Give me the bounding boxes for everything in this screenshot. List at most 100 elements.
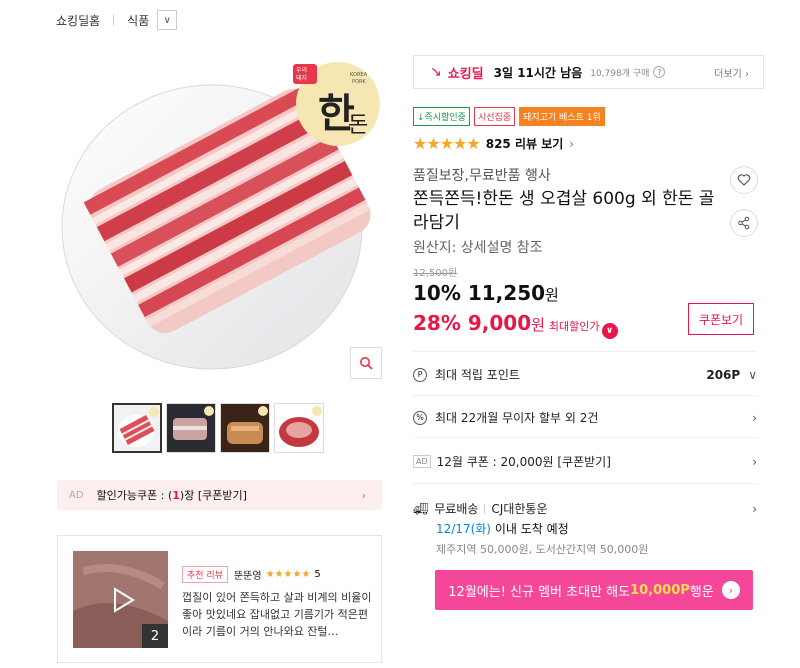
banner-suffix: 행운 [689, 584, 714, 600]
thumbnail-4[interactable] [274, 403, 324, 453]
review-card[interactable]: 2 추천 리뷰 뚠뚠영 ★★★★★ 5 껍질이 있어 쫀득하고 살과 비계의 비… [57, 535, 382, 663]
thumbnail-2[interactable] [166, 403, 216, 453]
points-label: 최대 적립 포인트 [435, 368, 520, 382]
deal-icon: ↘ [430, 64, 442, 80]
chevron-right-icon: › [752, 454, 757, 469]
delivery-label: 무료배송 [434, 502, 479, 516]
divider [413, 483, 757, 484]
product-subtitle: 품질보장,무료반품 행사 [413, 168, 551, 184]
point-icon: P [413, 367, 427, 382]
svg-text:돈: 돈 [348, 113, 368, 138]
truck-icon: 🚚︎ [413, 501, 429, 516]
svg-text:돼지: 돼지 [296, 74, 307, 82]
magnifier-icon [360, 357, 373, 370]
chevron-right-circle-icon: › [721, 581, 740, 599]
best-seller-badge: 돼지고기 베스트 1위 [519, 107, 605, 126]
coupon-row-text: 12월 쿠폰 : 20,000원 [쿠폰받기] [436, 455, 611, 469]
chevron-down-circle-icon[interactable]: ∨ [601, 323, 618, 339]
svg-text:KOREA: KOREA [350, 72, 368, 78]
coupon-row[interactable]: AD 12월 쿠폰 : 20,000원 [쿠폰받기] › [413, 453, 757, 470]
svg-text:PORK: PORK [352, 79, 366, 85]
invite-member-banner[interactable]: 12월에는! 신규 멤버 초대만 해도 10,000P 행운 › [435, 570, 753, 610]
won-unit: 원 [531, 316, 545, 334]
ad-label: AD [69, 489, 84, 501]
deal-more-link[interactable]: 더보기 › [714, 65, 749, 80]
review-link[interactable]: 825 리뷰 보기 [486, 135, 564, 152]
deal-label: 쇼킹딜 [447, 66, 484, 82]
deal-remaining: 3일 11시간 남음 [493, 65, 583, 80]
share-icon [738, 216, 750, 230]
delivery-row[interactable]: 🚚︎ 무료배송 CJ대한통운 › [413, 500, 757, 517]
arrival-text: 이내 도착 예정 [491, 522, 569, 536]
installment-row[interactable]: % 최대 22개월 무이자 할부 외 2건 › [413, 409, 757, 426]
won-unit: 원 [545, 286, 559, 304]
heart-icon [737, 174, 751, 186]
breadcrumb-home[interactable]: 쇼킹딜홈 [56, 12, 100, 29]
zoom-button[interactable] [350, 347, 382, 379]
rating-stars: ★★★★★ [413, 134, 481, 153]
coupon-text-suffix: )장 [쿠폰받기] [179, 489, 247, 502]
sale-percent: 10% [413, 281, 461, 305]
banner-highlight: 10,000P [630, 582, 690, 598]
shocking-deal-bar[interactable]: ↘ 쇼킹딜 3일 11시간 남음 10,798개 구매 ? 더보기 › [413, 55, 764, 89]
review-media-count: 2 [142, 624, 168, 648]
product-origin: 원산지: 상세설명 참조 [413, 240, 543, 256]
divider [413, 395, 757, 396]
coupon-text-prefix: 할인가능쿠폰 : ( [96, 489, 173, 502]
thumbnail-3[interactable] [220, 403, 270, 453]
coupon-count: 1 [172, 489, 180, 502]
breadcrumb: 쇼킹딜홈 식품 ∨ [56, 10, 178, 30]
pork-belly-image: 한 돈 우리 돼지 KOREA PORK [61, 62, 380, 370]
recommended-review-badge: 추천 리뷰 [182, 566, 228, 583]
deal-more-label: 더보기 [714, 68, 742, 80]
chevron-down-icon: ∨ [748, 367, 757, 382]
chevron-down-icon: ∨ [163, 14, 171, 26]
thumbnail-list [112, 403, 324, 453]
thumbnail-1[interactable] [112, 403, 162, 453]
sale-amount: 11,250 [467, 281, 546, 305]
divider [413, 351, 757, 352]
review-stars: ★★★★★ [265, 569, 311, 580]
attention-badge: 시선집중 [473, 107, 516, 126]
arrival-info: 12/17(화) 이내 도착 예정 [436, 520, 569, 537]
chevron-right-icon: › [569, 136, 575, 151]
extra-delivery-fee: 제주지역 50,000원, 도서산간지역 50,000원 [436, 543, 649, 556]
help-icon[interactable]: ? [653, 66, 666, 78]
coupon-text: 할인가능쿠폰 : (1)장 [쿠폰받기] [97, 487, 247, 503]
view-coupon-button[interactable]: 쿠폰보기 [688, 303, 754, 335]
percent-icon: % [413, 410, 427, 425]
svg-text:우리: 우리 [296, 66, 307, 74]
banner-prefix: 12월에는! 신규 멤버 초대만 해도 [448, 584, 631, 600]
sale-price: 10% 11,250원 [413, 281, 559, 305]
product-badges: ↓즉시할인중 시선집중 돼지고기 베스트 1위 [413, 107, 605, 126]
chevron-right-icon: › [752, 501, 757, 516]
original-price: 12,500원 [413, 268, 458, 279]
review-user: 뚠뚠영 [233, 571, 262, 582]
divider [413, 437, 757, 438]
review-video-thumbnail[interactable]: 2 [73, 551, 168, 648]
chevron-right-icon: › [361, 488, 366, 502]
share-button[interactable] [730, 209, 758, 237]
max-discount-percent: 28% [413, 311, 461, 335]
installment-text: 최대 22개월 무이자 할부 외 2건 [435, 411, 599, 425]
wishlist-button[interactable] [730, 166, 758, 194]
review-score: 5 [314, 569, 321, 580]
product-title: 쫀득쫀득!한돈 생 오겹살 600g 외 한돈 골라담기 [413, 189, 715, 233]
points-value: 206P [706, 367, 741, 382]
points-row[interactable]: P 최대 적립 포인트 206P ∨ [413, 366, 757, 383]
separator [484, 503, 486, 514]
max-discount-amount: 9,000 [467, 311, 532, 335]
main-product-image: 한 돈 우리 돼지 KOREA PORK [60, 52, 382, 374]
breadcrumb-divider [113, 14, 115, 26]
category-dropdown-button[interactable]: ∨ [157, 10, 178, 30]
deal-purchased: 10,798개 구매 [590, 68, 650, 79]
ad-label: AD [413, 455, 431, 468]
review-text: 껍질이 있어 쫀득하고 살과 비계의 비율이좋아 맛있네요 잡내없고 기름기가 … [182, 591, 372, 638]
review-header: 추천 리뷰 뚠뚠영 ★★★★★ 5 [182, 566, 321, 583]
arrival-date: 12/17(화) [436, 522, 491, 536]
coupon-ad-bar[interactable]: AD 할인가능쿠폰 : (1)장 [쿠폰받기] › [57, 480, 382, 510]
breadcrumb-category[interactable]: 식품 [127, 12, 149, 29]
rating-summary[interactable]: ★★★★★ 825 리뷰 보기 › [413, 134, 574, 153]
max-discount-label: 최대할인가 [548, 320, 600, 333]
instant-discount-badge: ↓즉시할인중 [413, 107, 470, 126]
